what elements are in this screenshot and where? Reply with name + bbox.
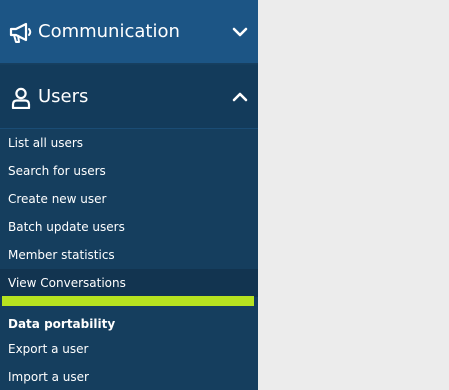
- menu-item-batch-update-users[interactable]: Batch update users: [0, 213, 258, 241]
- menu-item-list-all-users[interactable]: List all users: [0, 129, 258, 157]
- section-users-label: Users: [38, 86, 89, 107]
- chevron-down-icon: [232, 27, 248, 37]
- section-users-header[interactable]: Users: [0, 65, 258, 129]
- sidebar-nav: Communication Users List all users Searc…: [0, 0, 258, 390]
- menu-item-export-a-user[interactable]: Export a user: [0, 335, 258, 363]
- menu-item-create-new-user[interactable]: Create new user: [0, 185, 258, 213]
- menu-item-view-conversations[interactable]: View Conversations: [0, 269, 258, 297]
- section-communication-header[interactable]: Communication: [0, 0, 258, 64]
- megaphone-icon: [9, 22, 32, 43]
- subsection-title-data-portability: Data portability: [8, 317, 116, 331]
- section-communication-label: Communication: [38, 21, 180, 42]
- data-portability-menu-list: Export a user Import a user: [0, 335, 258, 390]
- menu-item-member-statistics[interactable]: Member statistics: [0, 241, 258, 269]
- users-menu-list: List all users Search for users Create n…: [0, 129, 258, 297]
- active-indicator-bar: [2, 296, 254, 306]
- chevron-up-icon: [232, 92, 248, 102]
- menu-item-import-a-user[interactable]: Import a user: [0, 363, 258, 390]
- menu-item-search-for-users[interactable]: Search for users: [0, 157, 258, 185]
- user-icon: [11, 87, 31, 109]
- main-content-area: [258, 0, 449, 390]
